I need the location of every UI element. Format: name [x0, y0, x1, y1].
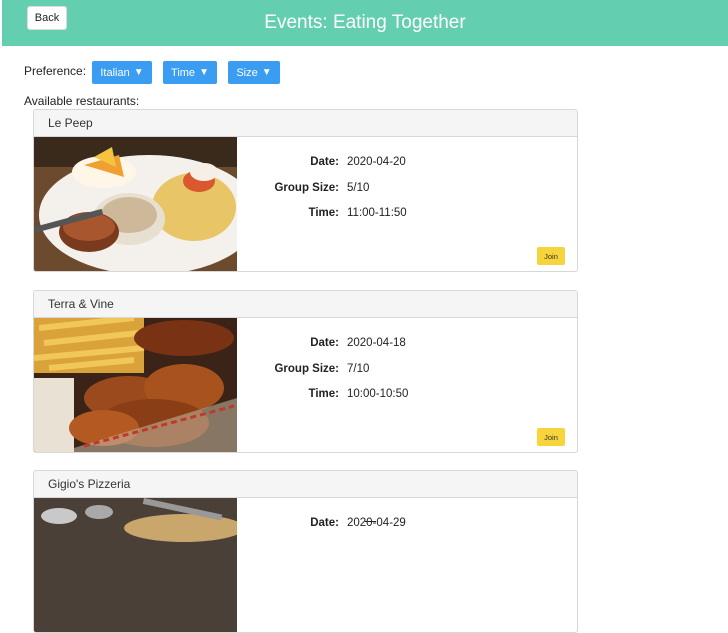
preference-label: Preference:: [24, 64, 87, 78]
join-button[interactable]: Join: [537, 428, 565, 446]
chevron-down-icon: ▼: [199, 67, 209, 78]
restaurant-card: Le Peep Date: 2020-04-20 Group Size: 5/10 …: [33, 109, 578, 272]
filter-size-dropdown[interactable]: Size ▼: [228, 61, 280, 84]
restaurant-card: Terra & Vine Date: 2020-04-18 Group Size:…: [33, 290, 578, 453]
chevron-down-icon: ▼: [133, 67, 144, 78]
event-date: 2020-04-29: [347, 517, 406, 529]
event-date: 2020-04-18: [347, 337, 406, 349]
page-title: Events: Eating Together: [264, 12, 466, 33]
restaurant-card: Gigio's Pizzeria Date: 2020-04-29: [33, 470, 578, 633]
available-restaurants-label: Available restaurants:: [24, 94, 140, 108]
time-label: Time:: [308, 207, 339, 219]
time-label: Time:: [308, 388, 339, 400]
filter-cuisine-dropdown[interactable]: Italian ▼: [92, 61, 152, 84]
restaurant-name: Terra & Vine: [34, 291, 577, 318]
group-size-label: Group Size:: [274, 182, 339, 194]
restaurant-photo: [34, 498, 237, 632]
restaurant-photo: [34, 318, 237, 452]
restaurant-name: Le Peep: [34, 110, 577, 137]
restaurant-photo: [34, 137, 237, 271]
date-label: Date:: [310, 517, 339, 529]
event-time: 10:00-10:50: [347, 388, 409, 400]
filter-size-label: Size: [236, 66, 258, 79]
date-label: Date:: [310, 337, 339, 349]
app-header: Back Events: Eating Together: [2, 0, 728, 46]
event-group-size: 5/10: [347, 182, 370, 194]
filter-time-label: Time: [171, 66, 196, 79]
filter-time-dropdown[interactable]: Time ▼: [163, 61, 217, 84]
join-button[interactable]: Join: [537, 247, 565, 265]
event-time: 11:00-11:50: [347, 207, 407, 219]
filter-cuisine-label: Italian: [100, 66, 130, 79]
restaurant-name: Gigio's Pizzeria: [34, 471, 577, 498]
event-group-size: 7/10: [347, 363, 370, 375]
text-cursor-icon: [365, 521, 376, 522]
chevron-down-icon: ▼: [261, 67, 272, 78]
event-date: 2020-04-20: [347, 156, 406, 168]
group-size-label: Group Size:: [274, 363, 339, 375]
date-label: Date:: [310, 156, 339, 168]
